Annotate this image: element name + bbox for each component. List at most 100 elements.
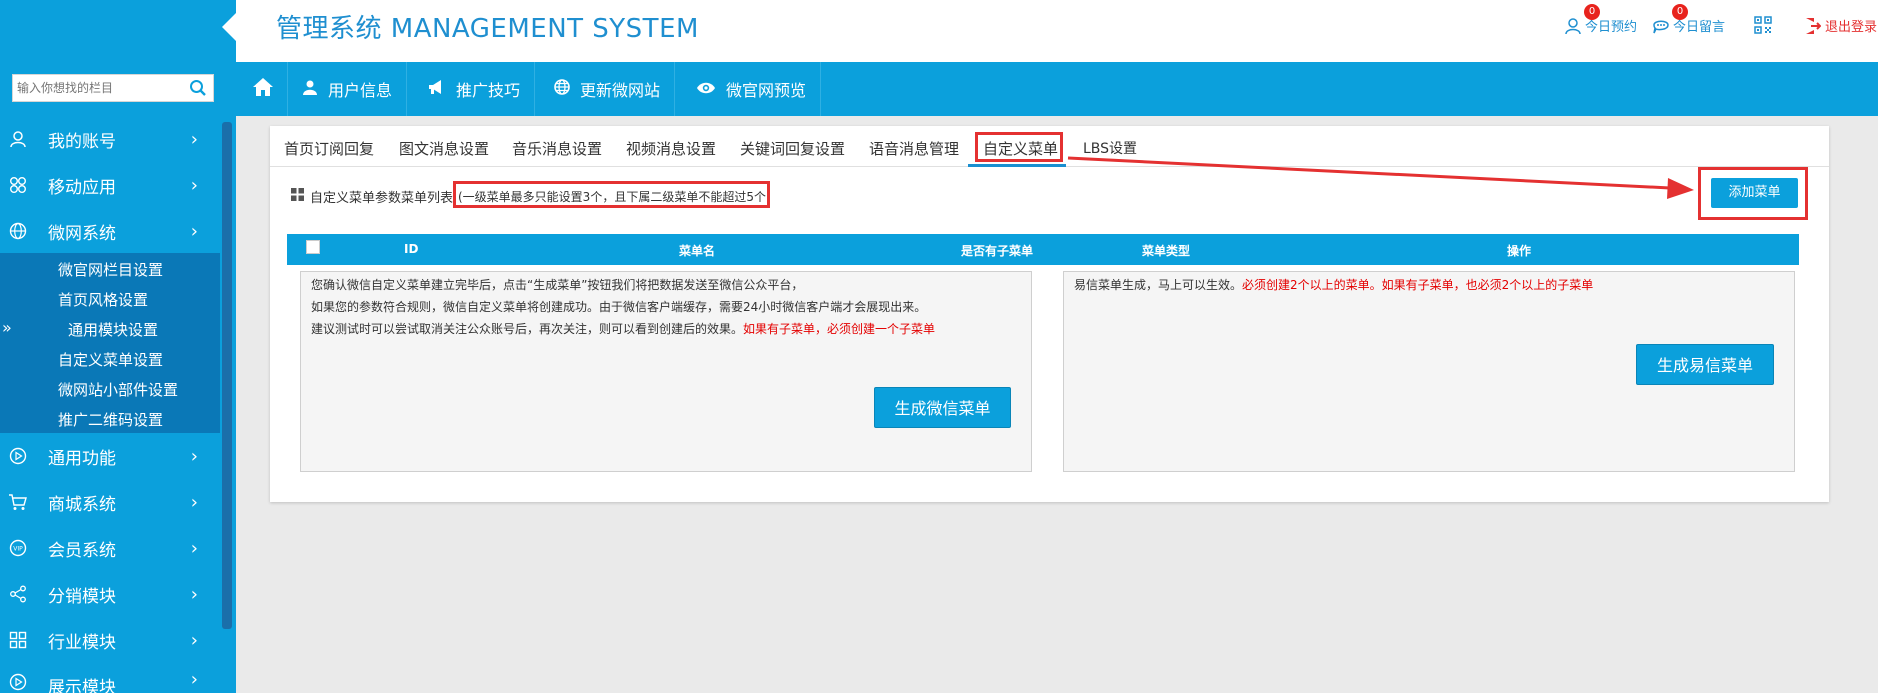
sidebar-item-label: 通用功能 [48,448,116,469]
sidebar-item-label: 行业模块 [48,632,116,653]
yixin-info-line-1-text: 易信菜单生成，马上可以生效。 [1074,278,1243,292]
nav-site-preview[interactable]: 微官网预览 [682,62,822,116]
sidebar-item-display[interactable]: 展示模块 › [0,663,220,693]
grid-icon [291,188,304,205]
table-header: ID 菜单名 是否有子菜单 菜单类型 操作 [287,234,1799,265]
search-icon[interactable] [189,79,207,101]
sidebar-item-label: 移动应用 [48,177,116,198]
sidebar-item-distribution[interactable]: 分销模块 › [0,571,220,617]
chevron-right-icon: › [190,584,198,605]
globe-icon [554,79,580,99]
submenu-item-site-columns[interactable]: 微官网栏目设置 [58,259,163,280]
logout-label: 退出登录 [1825,20,1878,35]
column-header-menu-name: 菜单名 [679,244,716,258]
nav-promotion-tips-label: 推广技巧 [456,81,521,100]
tab-lbs-settings[interactable]: LBS设置 [1083,138,1137,158]
sidebar-item-label: 展示模块 [48,678,116,693]
chevron-right-icon: › [190,129,198,150]
vip-icon: VIP [8,539,28,557]
tab-music-message-settings[interactable]: 音乐消息设置 [512,138,602,159]
home-button[interactable] [236,62,288,116]
nav-update-site-label: 更新微网站 [580,81,661,100]
submenu-item-homepage-style[interactable]: 首页风格设置 [58,289,148,310]
sidebar-item-industry[interactable]: 行业模块 › [0,617,220,663]
grid-icon [8,631,28,649]
yixin-info-line-1-warning: 必须创建2个以上的菜单。如果有子菜单，也必须2个以上的子菜单 [1242,278,1594,292]
search-box [12,74,214,102]
messages-badge: 0 [1672,3,1688,20]
tab-voice-message-management[interactable]: 语音消息管理 [869,138,959,159]
chevron-right-icon: › [190,630,198,651]
sidebar-item-mobile-apps[interactable]: 移动应用 › [0,162,220,208]
logout-link[interactable]: 退出登录 [1805,16,1877,35]
chevron-right-icon: › [190,538,198,559]
messages-link[interactable]: 0 今日留言 [1652,3,1725,35]
sidebar-item-micro-web[interactable]: 微网系统 › [0,208,220,254]
play-circle-icon [8,673,28,691]
highlight-box-tab [975,132,1063,162]
header: 管理系统 MANAGEMENT SYSTEM 0 今日预约 0 今日留言 退出登… [236,0,1878,62]
wechat-info-line-3: 建议测试时可以尝试取消关注公众账号后，再次关注，则可以看到创建后的效果。如果有子… [311,320,935,337]
nav-user-info[interactable]: 用户信息 [288,62,408,116]
chevron-right-icon: › [190,446,198,467]
column-header-menu-type: 菜单类型 [1142,244,1191,258]
nav-update-site[interactable]: 更新微网站 [540,62,676,116]
wechat-menu-info-box: 您确认微信自定义菜单建立完毕后，点击“生成菜单”按钮我们将把数据发送至微信公众平… [300,271,1032,472]
sidebar-item-label: 会员系统 [48,540,116,561]
svg-text:VIP: VIP [13,546,23,553]
generate-wechat-menu-button[interactable]: 生成微信菜单 [874,387,1011,428]
cart-icon [8,493,28,511]
column-header-has-submenu: 是否有子菜单 [961,244,1034,258]
nav-user-info-label: 用户信息 [328,81,393,100]
wechat-info-line-3-warning: 如果有子菜单，必须创建一个子菜单 [743,322,936,336]
user-icon [302,79,328,99]
megaphone-icon [428,79,456,99]
sidebar-item-mall[interactable]: 商城系统 › [0,479,220,525]
apps-icon [8,176,28,194]
column-header-id: ID [404,242,419,256]
submenu-micro-web: 微官网栏目设置 首页风格设置 通用模块设置 自定义菜单设置 微网站小部件设置 推… [0,253,220,433]
chevron-right-icon: › [190,669,198,690]
qrcode-button[interactable] [1754,16,1772,34]
yixin-info-line-1: 易信菜单生成，马上可以生效。必须创建2个以上的菜单。如果有子菜单，也必须2个以上… [1074,276,1593,293]
globe-icon [8,222,28,240]
nav-promotion-tips[interactable]: 推广技巧 [414,62,536,116]
submenu-item-widgets[interactable]: 微网站小部件设置 [58,379,178,400]
wechat-info-line-2: 如果您的参数符合规则，微信自定义菜单将创建成功。由于微信客户端缓存，需要24小时… [311,300,927,314]
chevron-right-icon: › [190,492,198,513]
user-icon [8,130,28,148]
sidebar-item-label: 商城系统 [48,494,116,515]
sidebar-item-label: 微网系统 [48,223,116,244]
select-all-checkbox[interactable] [306,240,320,254]
person-icon: 0 [1564,3,1600,35]
highlight-box-note [453,181,770,208]
sidebar-item-label: 分销模块 [48,586,116,607]
eye-icon [696,80,726,99]
tab-video-message-settings[interactable]: 视频消息设置 [626,138,716,159]
sidebar-top-block [0,0,236,62]
tab-homepage-subscribe-reply[interactable]: 首页订阅回复 [284,138,374,159]
tab-news-message-settings[interactable]: 图文消息设置 [399,138,489,159]
sidebar-item-common-functions[interactable]: 通用功能 › [0,433,220,479]
sidebar-scrollbar[interactable] [222,122,232,629]
main-panel: 首页订阅回复 图文消息设置 音乐消息设置 视频消息设置 关键词回复设置 语音消息… [270,126,1829,502]
appointments-link[interactable]: 0 今日预约 [1564,3,1637,35]
tab-keyword-reply-settings[interactable]: 关键词回复设置 [740,138,845,159]
chat-icon: 0 [1652,3,1688,35]
add-menu-button[interactable]: 添加菜单 [1711,178,1798,208]
yixin-menu-info-box: 易信菜单生成，马上可以生效。必须创建2个以上的菜单。如果有子菜单，也必须2个以上… [1063,271,1795,472]
submenu-item-qrcode[interactable]: 推广二维码设置 [58,409,163,430]
share-icon [8,585,28,603]
submenu-item-custom-menu[interactable]: 自定义菜单设置 [58,349,163,370]
sidebar-item-membership[interactable]: VIP 会员系统 › [0,525,220,571]
sidebar-item-my-account[interactable]: 我的账号 › [0,116,220,162]
submenu-item-common-modules[interactable]: 通用模块设置 [68,319,158,340]
column-header-actions: 操作 [1507,244,1532,258]
collapse-notch[interactable] [222,13,236,41]
active-tab-indicator [968,164,1066,167]
search-input[interactable] [13,75,191,101]
generate-yixin-menu-button[interactable]: 生成易信菜单 [1636,344,1774,385]
sidebar-item-label: 我的账号 [48,131,116,152]
menu-list-title: 自定义菜单参数菜单列表 [291,187,453,206]
page-title: 管理系统 MANAGEMENT SYSTEM [276,14,699,44]
